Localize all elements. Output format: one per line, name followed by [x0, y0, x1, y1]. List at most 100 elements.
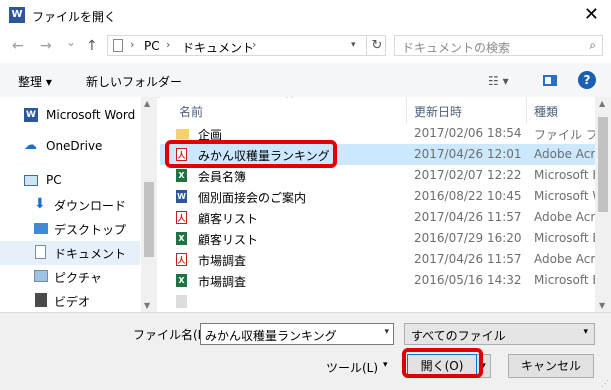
cancel-button[interactable]: キャンセル [508, 354, 594, 378]
pdf-icon: 人 [176, 253, 187, 266]
file-date: 2017/02/06 18:54 [414, 126, 522, 140]
filetype-value: すべてのファイル [411, 329, 506, 343]
file-date: 2017/04/26 12:01 [414, 147, 522, 161]
pdf-icon: 人 [176, 211, 187, 224]
sidebar-item-label: Microsoft Word [46, 108, 136, 122]
file-row[interactable]: X 顧客リスト 2016/07/29 16:20 Microsoft Excel [160, 228, 611, 249]
scrollbar-thumb[interactable] [144, 182, 154, 257]
sidebar-item-pc[interactable]: PC [0, 169, 140, 193]
file-row[interactable]: W 個別面接会のご案内 2016/08/22 10:45 Microsoft W… [160, 186, 611, 207]
title-bar: W ファイルを開く ✕ [0, 0, 611, 31]
navigation-scrollbar[interactable]: ▲ ▼ [141, 97, 157, 312]
sidebar-item-label: ビデオ [54, 295, 91, 309]
search-input[interactable]: ドキュメントの検索 ⌕ [394, 35, 603, 56]
column-divider[interactable] [406, 97, 407, 123]
sidebar-item-label: デスクトップ [54, 223, 127, 237]
filetype-select[interactable]: すべてのファイル ▾ [404, 323, 595, 345]
column-header-date[interactable]: 更新日時 [414, 103, 462, 120]
column-header-row: ^ 名前 更新日時 種類 [160, 97, 611, 123]
dialog-title: ファイルを開く [32, 10, 117, 24]
file-list: ^ 名前 更新日時 種類 企画 2017/02/06 18:54 ファイル フォ… [160, 97, 611, 312]
file-row[interactable]: 人 市場調査 2017/04/26 11:57 Adobe Acrobat [160, 249, 611, 270]
chevron-right-icon: › [130, 38, 135, 51]
word-app-icon: W [9, 7, 25, 23]
file-icon [176, 295, 187, 308]
video-icon [35, 293, 47, 307]
highlight-selected-file [165, 140, 337, 168]
sidebar-item-documents[interactable]: ドキュメント [0, 241, 140, 265]
file-name: 市場調査 [198, 275, 247, 289]
preview-pane-icon[interactable] [543, 75, 557, 86]
filename-input[interactable]: みかん収穫量ランキング ▾ [200, 323, 394, 345]
file-row[interactable]: X 市場調査 2016/05/16 14:32 Microsoft Excel [160, 270, 611, 291]
sidebar-item-pictures[interactable]: ピクチャ [0, 265, 140, 289]
sidebar-item-desktop[interactable]: デスクトップ [0, 217, 140, 241]
file-row[interactable]: X 会員名簿 2017/02/07 12:22 Microsoft Excel [160, 165, 611, 186]
navigation-pane: W Microsoft Word ☁ OneDrive PC ⬇ ダウンロード … [0, 97, 157, 312]
file-name: 顧客リスト [198, 212, 259, 226]
refresh-icon[interactable]: ↻ [366, 36, 387, 55]
column-header-type[interactable]: 種類 [534, 103, 558, 120]
pictures-icon [34, 270, 48, 282]
column-divider[interactable] [526, 97, 527, 123]
filename-value: みかん収穫量ランキング [205, 329, 337, 343]
chevron-down-icon: ▾ [583, 327, 588, 337]
view-options-icon[interactable]: ☷ ▾ [488, 74, 509, 88]
sidebar-item-downloads[interactable]: ⬇ ダウンロード [0, 193, 140, 217]
forward-arrow-icon[interactable]: → [40, 38, 52, 54]
resize-grip-icon[interactable]: ⋰ [601, 379, 609, 388]
file-name: 会員名簿 [198, 170, 247, 184]
sidebar-item-microsoft-word[interactable]: W Microsoft Word [0, 104, 140, 128]
scroll-up-icon[interactable]: ▲ [599, 99, 605, 108]
organize-button[interactable]: 整理 ▾ [18, 73, 52, 90]
scrollbar-thumb[interactable] [598, 117, 608, 212]
file-date: 2016/08/22 10:45 [414, 189, 522, 203]
scroll-down-icon[interactable]: ▼ [144, 301, 150, 310]
file-row[interactable]: 人 顧客リスト 2017/04/26 11:57 Adobe Acrobat [160, 207, 611, 228]
word-icon: W [24, 108, 38, 122]
recent-locations-icon[interactable]: ⌄ [66, 35, 76, 49]
chevron-right-icon: › [166, 38, 171, 51]
back-arrow-icon[interactable]: ← [12, 38, 24, 54]
sidebar-item-onedrive[interactable]: ☁ OneDrive [0, 135, 140, 159]
sidebar-item-label: OneDrive [46, 139, 103, 153]
breadcrumb-pc[interactable]: PC [144, 39, 160, 53]
sidebar-item-label: ドキュメント [54, 247, 127, 261]
excel-icon: X [176, 169, 187, 182]
file-list-scrollbar[interactable]: ▲ ▼ [595, 97, 611, 312]
column-header-name[interactable]: 名前 [179, 103, 203, 120]
sidebar-item-label: ダウンロード [54, 199, 127, 213]
download-icon: ⬇ [34, 196, 46, 212]
open-file-dialog: W ファイルを開く ✕ ← → ⌄ ↑ › PC › ドキュメント › ▾ ↻ … [0, 0, 611, 390]
address-dropdown-icon[interactable]: ▾ [351, 40, 356, 50]
help-icon[interactable]: ? [578, 71, 596, 89]
chevron-down-icon[interactable]: ▾ [384, 327, 389, 337]
scroll-up-icon[interactable]: ▲ [144, 99, 150, 108]
file-name: 個別面接会のご案内 [198, 191, 307, 205]
search-placeholder: ドキュメントの検索 [402, 41, 511, 55]
file-date: 2016/05/16 14:32 [414, 273, 522, 287]
chevron-down-icon[interactable]: ▾ [383, 360, 388, 370]
folder-icon [176, 129, 189, 139]
tools-button[interactable]: ツール(L) [326, 359, 378, 376]
excel-icon: X [176, 274, 187, 287]
cloud-icon: ☁ [24, 138, 37, 153]
up-arrow-icon[interactable]: ↑ [86, 38, 98, 54]
close-icon[interactable]: ✕ [584, 4, 599, 25]
breadcrumb-documents[interactable]: ドキュメント [182, 39, 254, 56]
search-icon: ⌕ [589, 38, 596, 52]
scroll-down-icon[interactable]: ▼ [599, 301, 605, 310]
word-doc-icon: W [176, 190, 187, 203]
address-pc-icon [113, 39, 123, 52]
sidebar-item-videos[interactable]: ビデオ [0, 289, 140, 313]
file-date: 2017/04/26 11:57 [414, 210, 522, 224]
sidebar-item-label: ピクチャ [54, 271, 102, 285]
highlight-open-button [402, 348, 483, 378]
address-bar[interactable]: › PC › ドキュメント › ▾ [107, 35, 386, 56]
pc-icon [24, 175, 38, 186]
toolbar: 整理 ▾ 新しいフォルダー ☷ ▾ ? [0, 63, 611, 98]
file-name: 顧客リスト [198, 233, 259, 247]
file-row-partial[interactable] [160, 291, 600, 312]
new-folder-button[interactable]: 新しいフォルダー [86, 73, 182, 90]
file-name: 市場調査 [198, 254, 247, 268]
